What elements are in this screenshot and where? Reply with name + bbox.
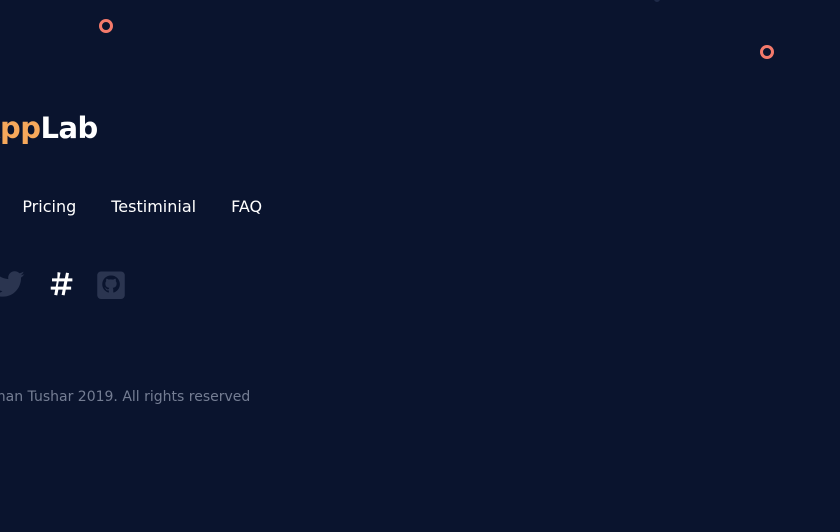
decorative-dot: [654, 0, 660, 2]
brand-logo[interactable]: AppLab: [0, 108, 98, 148]
nav-item-testiminial[interactable]: Testiminial: [111, 195, 196, 219]
nav-item-faq[interactable]: FAQ: [231, 195, 262, 219]
footer-nav: About Pricing Testiminial FAQ: [0, 195, 297, 219]
brand-logo-part1: App: [0, 111, 41, 145]
github-icon[interactable]: [96, 268, 126, 300]
copyright-text: man Tushar 2019. All rights reserved: [0, 389, 251, 405]
brand-logo-part2: Lab: [40, 111, 98, 145]
decorative-ring: [99, 19, 113, 33]
decorative-ring: [760, 45, 774, 59]
nav-item-pricing[interactable]: Pricing: [22, 195, 76, 219]
hashtag-icon[interactable]: [46, 268, 76, 300]
twitter-icon[interactable]: [0, 268, 26, 300]
